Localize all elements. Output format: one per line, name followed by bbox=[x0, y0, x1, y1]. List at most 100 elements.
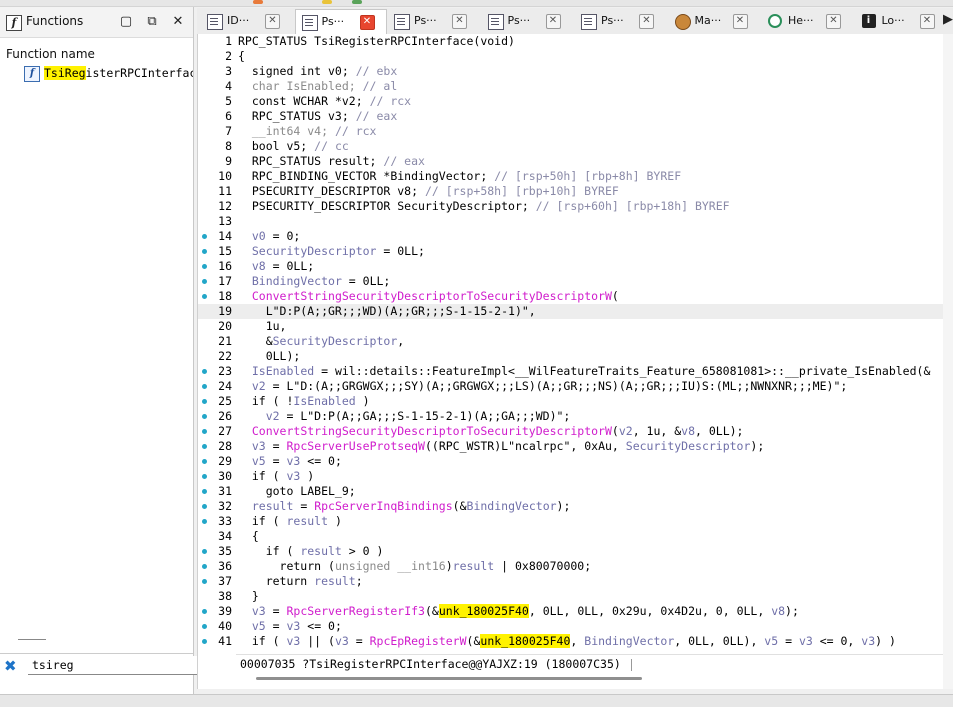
code-line[interactable]: 16 v8 = 0LL; bbox=[198, 259, 944, 274]
code-line[interactable]: 34 { bbox=[198, 529, 944, 544]
column-header-function-name[interactable]: Function name bbox=[6, 47, 95, 61]
code-token[interactable]: v5 bbox=[252, 619, 266, 633]
code-token[interactable]: unk_180025F40 bbox=[438, 604, 529, 618]
tab-5[interactable]: Ps··· ✕ bbox=[575, 9, 665, 33]
code-token[interactable]: result bbox=[252, 499, 294, 513]
code-line[interactable]: 4 char IsEnabled; // al bbox=[198, 79, 944, 94]
code-line[interactable]: 18 ConvertStringSecurityDescriptorToSecu… bbox=[198, 289, 944, 304]
code-token[interactable]: BindingVector bbox=[584, 634, 674, 648]
filter-input[interactable] bbox=[28, 656, 198, 675]
code-token[interactable]: IsEnabled bbox=[252, 364, 314, 378]
code-token[interactable]: ConvertStringSecurityDescriptorToSecurit… bbox=[252, 289, 612, 303]
code-token[interactable]: v8 bbox=[252, 259, 266, 273]
code-token[interactable]: RpcServerRegisterIf3 bbox=[287, 604, 425, 618]
code-line[interactable]: 17 BindingVector = 0LL; bbox=[198, 274, 944, 289]
code-token[interactable]: v2 bbox=[266, 409, 280, 423]
close-tab-icon[interactable]: ✕ bbox=[545, 14, 561, 29]
code-token[interactable]: v3 bbox=[286, 469, 300, 483]
code-token[interactable]: v3 bbox=[287, 619, 301, 633]
close-tab-icon[interactable]: ✕ bbox=[265, 14, 280, 29]
code-line[interactable]: 37 return result; bbox=[198, 574, 944, 589]
code-token[interactable]: v8 bbox=[681, 424, 695, 438]
code-token[interactable]: IsEnabled bbox=[293, 394, 355, 408]
code-line[interactable]: 5 const WCHAR *v2; // rcx bbox=[198, 94, 944, 109]
code-line[interactable]: 21 &SecurityDescriptor, bbox=[198, 334, 944, 349]
code-token[interactable]: BindingVector bbox=[467, 499, 557, 513]
code-line[interactable]: 1 RPC_STATUS TsiRegisterRPCInterface(void… bbox=[198, 34, 944, 49]
code-line[interactable]: 33 if ( result ) bbox=[198, 514, 944, 529]
code-token[interactable]: result bbox=[314, 574, 356, 588]
code-line[interactable]: 38 } bbox=[198, 589, 944, 604]
code-line[interactable]: 12 PSECURITY_DESCRIPTOR SecurityDescript… bbox=[198, 199, 944, 214]
code-token[interactable]: BindingVector bbox=[252, 274, 342, 288]
panel-splitter[interactable] bbox=[18, 639, 46, 640]
code-token[interactable]: RpcEpRegisterW bbox=[370, 634, 467, 648]
code-line[interactable]: 29 v5 = v3 <= 0; bbox=[198, 454, 944, 469]
code-line[interactable]: 35 if ( result > 0 ) bbox=[198, 544, 944, 559]
vertical-scrollbar[interactable] bbox=[943, 34, 953, 689]
code-token[interactable]: v2 bbox=[252, 379, 266, 393]
tab-6[interactable]: Ma··· ✕ bbox=[669, 9, 759, 33]
code-line[interactable]: 28 v3 = RpcServerUseProtseqW((RPC_WSTR)L… bbox=[198, 439, 944, 454]
code-line[interactable]: 36 return (unsigned __int16)result | 0x8… bbox=[198, 559, 944, 574]
code-line[interactable]: 25 if ( !IsEnabled ) bbox=[198, 394, 944, 409]
code-token[interactable]: SecurityDescriptor bbox=[626, 439, 751, 453]
code-line[interactable]: 31 goto LABEL_9; bbox=[198, 484, 944, 499]
clear-filter-icon[interactable]: ✖ bbox=[4, 657, 17, 675]
code-line[interactable]: 26 v2 = L"D:P(A;;GA;;;S-1-15-2-1)(A;;GA;… bbox=[198, 409, 944, 424]
code-line[interactable]: 11 PSECURITY_DESCRIPTOR v8; // [rsp+58h]… bbox=[198, 184, 944, 199]
code-token[interactable]: v5 bbox=[764, 634, 778, 648]
code-line[interactable]: 13 bbox=[198, 214, 944, 229]
code-token[interactable]: v0 bbox=[252, 229, 266, 243]
code-token[interactable]: v3 bbox=[335, 634, 349, 648]
code-line[interactable]: 41 if ( v3 || (v3 = RpcEpRegisterW(&unk_… bbox=[198, 634, 944, 649]
tab-7[interactable]: He··· ✕ bbox=[762, 9, 852, 33]
code-token[interactable]: v3 bbox=[252, 604, 266, 618]
code-line[interactable]: 39 v3 = RpcServerRegisterIf3(&unk_180025… bbox=[198, 604, 944, 619]
code-line[interactable]: 14 v0 = 0; bbox=[198, 229, 944, 244]
code-token[interactable]: v3 bbox=[799, 634, 813, 648]
code-token[interactable]: result bbox=[453, 559, 495, 573]
tab-3[interactable]: Ps··· ✕ bbox=[388, 9, 478, 33]
code-token[interactable]: v5 bbox=[252, 454, 266, 468]
code-token[interactable]: SecurityDescriptor bbox=[252, 244, 377, 258]
float-window-icon[interactable]: ⧉ bbox=[144, 14, 160, 30]
code-token[interactable]: unk_180025F40 bbox=[480, 634, 571, 648]
close-tab-icon[interactable]: ✕ bbox=[919, 14, 935, 29]
close-tab-icon[interactable]: ✕ bbox=[639, 14, 654, 29]
close-tab-icon[interactable]: ✕ bbox=[452, 14, 467, 29]
code-token[interactable]: v3 bbox=[287, 454, 301, 468]
code-line[interactable]: 22 0LL); bbox=[198, 349, 944, 364]
tab-4[interactable]: Ps··· ✕ bbox=[482, 9, 572, 33]
code-token[interactable]: v3 bbox=[252, 439, 266, 453]
close-tab-icon[interactable]: ✕ bbox=[732, 14, 748, 29]
code-line[interactable]: 9 RPC_STATUS result; // eax bbox=[198, 154, 944, 169]
code-token[interactable]: SecurityDescriptor bbox=[273, 334, 398, 348]
pseudocode-view[interactable]: 41 if ( v3 || (v3 = RpcEpRegisterW(&unk_… bbox=[197, 34, 946, 689]
code-line[interactable]: 8 bool v5; // cc bbox=[198, 139, 944, 154]
code-line[interactable]: 6 RPC_STATUS v3; // eax bbox=[198, 109, 944, 124]
horizontal-scrollbar[interactable] bbox=[256, 677, 642, 680]
code-token[interactable]: RpcServerInqBindings bbox=[314, 499, 452, 513]
code-line[interactable]: 3 signed int v0; // ebx bbox=[198, 64, 944, 79]
code-line[interactable]: 2{ bbox=[198, 49, 944, 64]
code-line[interactable]: 23 IsEnabled = wil::details::FeatureImpl… bbox=[198, 364, 944, 379]
code-line[interactable]: 10 RPC_BINDING_VECTOR *BindingVector; //… bbox=[198, 169, 944, 184]
code-token[interactable]: ConvertStringSecurityDescriptorToSecurit… bbox=[252, 424, 612, 438]
tab-2[interactable]: Ps··· ✕ bbox=[294, 9, 387, 35]
code-token[interactable]: RpcServerUseProtseqW bbox=[287, 439, 425, 453]
function-list-item[interactable]: f TsiRegisterRPCInterface( bbox=[24, 65, 193, 82]
close-panel-icon[interactable]: ✕ bbox=[170, 14, 186, 30]
code-token[interactable]: v8 bbox=[771, 604, 785, 618]
close-tab-icon[interactable]: ✕ bbox=[359, 15, 375, 30]
code-token[interactable]: v2 bbox=[619, 424, 633, 438]
code-line[interactable]: 27 ConvertStringSecurityDescriptorToSecu… bbox=[198, 424, 944, 439]
code-line[interactable]: 40 v5 = v3 <= 0; bbox=[198, 619, 944, 634]
restore-window-icon[interactable]: ▢ bbox=[118, 14, 134, 30]
code-token[interactable]: v3 bbox=[861, 634, 875, 648]
close-tab-icon[interactable]: ✕ bbox=[826, 14, 841, 29]
tab-1[interactable]: ID··· ✕ bbox=[201, 9, 291, 33]
tab-8[interactable]: i Lo··· ✕ bbox=[856, 9, 946, 33]
code-line[interactable]: 15 SecurityDescriptor = 0LL; bbox=[198, 244, 944, 259]
code-line[interactable]: 7 __int64 v4; // rcx bbox=[198, 124, 944, 139]
